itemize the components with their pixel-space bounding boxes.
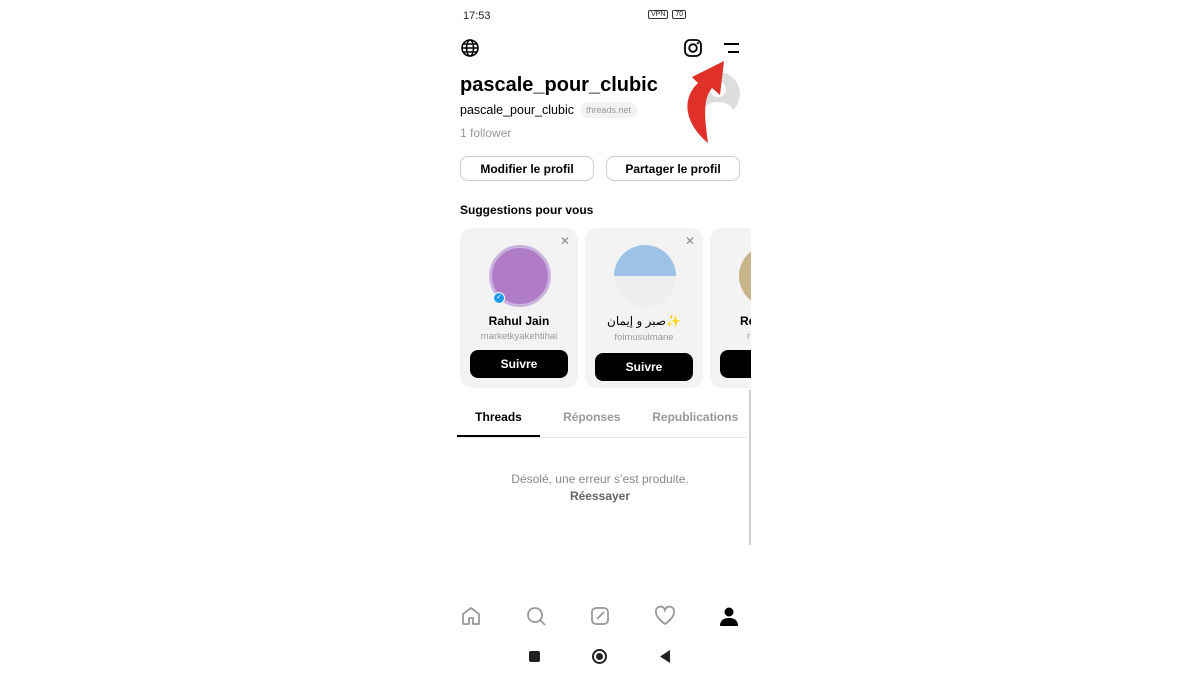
heart-icon[interactable]: [654, 605, 676, 627]
follow-button[interactable]: Suivre: [720, 350, 751, 378]
suggestion-username: marketkyakehtihai: [480, 331, 558, 342]
edit-profile-button[interactable]: Modifier le profil: [460, 156, 594, 181]
suggestion-username: r: [747, 331, 751, 342]
profile-tabs: Threads Réponses Republications: [457, 404, 747, 438]
username: pascale_pour_clubic: [460, 103, 574, 117]
status-time: 17:53: [463, 10, 491, 22]
share-profile-button[interactable]: Partager le profil: [606, 156, 740, 181]
home-icon[interactable]: [460, 605, 482, 627]
back-button[interactable]: [659, 649, 671, 664]
bottom-nav: [460, 605, 740, 627]
menu-icon[interactable]: [721, 41, 741, 55]
status-icons: VPN 70: [648, 10, 687, 19]
suggestion-card[interactable]: Re r Suivre: [710, 228, 751, 388]
error-block: Désolé, une erreur s’est produite. Réess…: [457, 471, 743, 505]
search-icon[interactable]: [525, 605, 547, 627]
follow-button[interactable]: Suivre: [595, 353, 693, 381]
tab-replies[interactable]: Réponses: [540, 404, 644, 437]
suggestion-name: Rahul Jain: [488, 314, 550, 328]
error-message: Désolé, une erreur s’est produite.: [511, 472, 689, 486]
suggestion-name: ✨صبر و إيمان: [607, 314, 681, 328]
suggestion-username: foimusulmane: [614, 332, 674, 343]
profile-name: pascale_pour_clubic: [460, 74, 658, 96]
recent-apps-button[interactable]: [529, 651, 540, 662]
suggestions-carousel[interactable]: ✕ ✓ Rahul Jain marketkyakehtihai Suivre …: [460, 228, 751, 388]
suggestion-card[interactable]: ✕ ✨صبر و إيمان foimusulmane Suivre: [585, 228, 703, 388]
tab-threads[interactable]: Threads: [457, 404, 540, 437]
profile-picture: [739, 245, 751, 307]
verified-icon: ✓: [493, 292, 505, 304]
battery-icon: 70: [672, 10, 687, 19]
suggestion-name: Re: [740, 314, 751, 328]
profile-handle: pascale_pour_clubic threads.net: [460, 102, 637, 118]
close-icon[interactable]: ✕: [685, 234, 695, 248]
red-arrow-annotation: [687, 61, 724, 143]
scrollbar[interactable]: [749, 390, 751, 545]
suggestions-title: Suggestions pour vous: [460, 203, 594, 217]
profile-icon[interactable]: [718, 605, 740, 627]
retry-link[interactable]: Réessayer: [457, 488, 743, 505]
close-icon[interactable]: ✕: [560, 234, 570, 248]
followers-count[interactable]: 1 follower: [460, 126, 511, 140]
profile-picture: [614, 245, 676, 307]
vpn-icon: VPN: [648, 10, 669, 19]
globe-icon[interactable]: [460, 38, 480, 58]
suggestion-card[interactable]: ✕ ✓ Rahul Jain marketkyakehtihai Suivre: [460, 228, 578, 388]
domain-badge[interactable]: threads.net: [579, 102, 637, 118]
follow-button[interactable]: Suivre: [470, 350, 568, 378]
home-button[interactable]: [592, 649, 607, 664]
compose-icon[interactable]: [589, 605, 611, 627]
tab-reposts[interactable]: Republications: [644, 404, 748, 437]
